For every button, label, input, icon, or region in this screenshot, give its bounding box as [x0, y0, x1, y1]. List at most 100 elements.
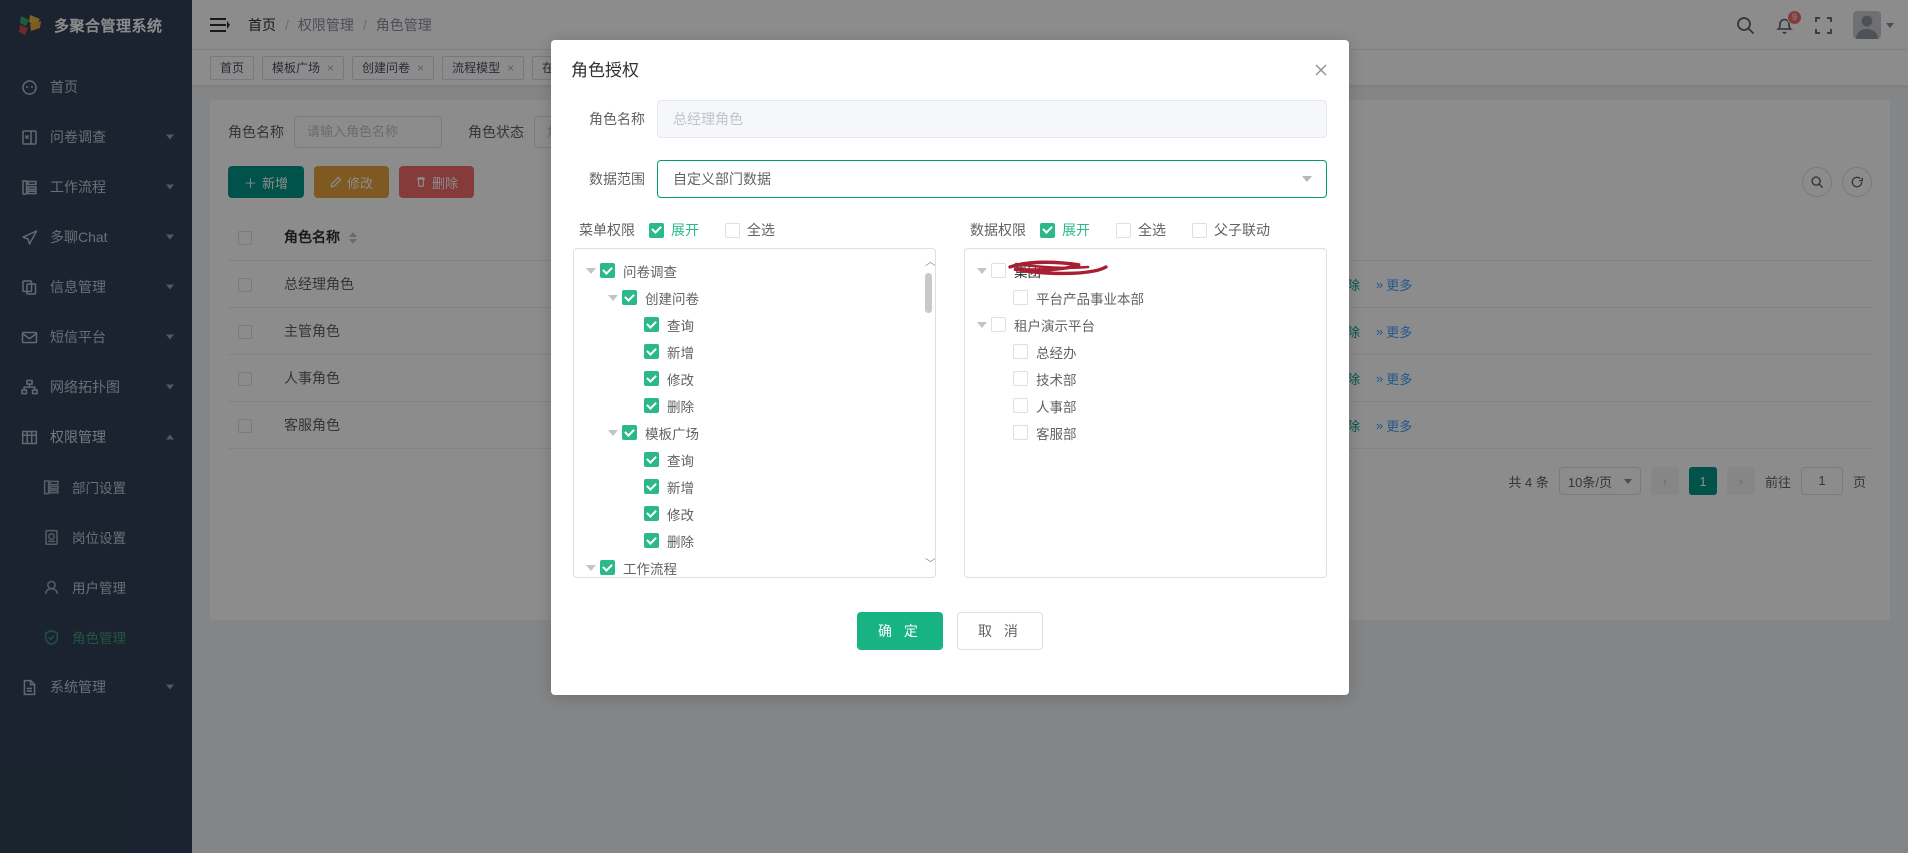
data-expand-label: 展开 [1062, 220, 1090, 240]
tree-node[interactable]: 新增 [574, 338, 935, 365]
tree-node[interactable]: 人事部 [965, 392, 1326, 419]
scroll-down-icon[interactable]: ﹀ [925, 559, 932, 569]
tree-node-label: 平台产品事业本部 [1036, 288, 1144, 308]
tree-node-label: 修改 [667, 504, 694, 524]
tree-expand-icon[interactable] [582, 565, 600, 571]
tree-expand-icon[interactable] [973, 268, 991, 274]
tree-expand-icon[interactable] [604, 430, 622, 436]
data-permission-tree[interactable]: 集团平台产品事业本部租户演示平台总经办技术部人事部客服部 [964, 248, 1327, 578]
confirm-button[interactable]: 确 定 [857, 612, 943, 650]
menu-select-all-checkbox[interactable]: 全选 [725, 220, 775, 240]
tree-node-checkbox[interactable] [644, 479, 659, 494]
tree-node-checkbox[interactable] [644, 533, 659, 548]
tree-node-label: 问卷调查 [623, 261, 677, 281]
menu-permission-header: 菜单权限 展开 全选 [573, 220, 936, 240]
tree-expand-icon[interactable] [604, 295, 622, 301]
tree-node[interactable]: 租户演示平台 [965, 311, 1326, 338]
chevron-down-icon [1302, 176, 1312, 182]
tree-node[interactable]: 技术部 [965, 365, 1326, 392]
data-cascade-checkbox[interactable]: 父子联动 [1192, 220, 1270, 240]
tree-node[interactable]: 新增 [574, 473, 935, 500]
menu-expand-checkbox[interactable]: 展开 [649, 220, 699, 240]
dialog-footer: 确 定 取 消 [573, 612, 1327, 650]
data-tree-scroll: 集团平台产品事业本部租户演示平台总经办技术部人事部客服部 [965, 249, 1326, 577]
tree-node-checkbox[interactable] [991, 317, 1006, 332]
tree-node-checkbox[interactable] [644, 371, 659, 386]
data-scope-value: 自定义部门数据 [673, 171, 771, 187]
data-cascade-label: 父子联动 [1214, 220, 1270, 240]
tree-node-checkbox[interactable] [644, 344, 659, 359]
tree-node-checkbox[interactable] [622, 290, 637, 305]
tree-node-label: 总经办 [1036, 342, 1077, 362]
tree-node[interactable]: 删除 [574, 392, 935, 419]
cancel-button[interactable]: 取 消 [957, 612, 1043, 650]
tree-node-checkbox[interactable] [644, 506, 659, 521]
tree-node-label: 新增 [667, 342, 694, 362]
tree-node-label: 修改 [667, 369, 694, 389]
tree-node-label: 查询 [667, 450, 694, 470]
tree-node-checkbox[interactable] [1013, 290, 1028, 305]
menu-permission-tree[interactable]: 问卷调查创建问卷查询新增修改删除模板广场查询新增修改删除工作流程 ︿ ﹀ [573, 248, 936, 578]
tree-node-label: 租户演示平台 [1014, 315, 1095, 335]
menu-expand-label: 展开 [671, 220, 699, 240]
menu-tree-scrollbar[interactable]: ︿ ﹀ [925, 257, 932, 569]
tree-node[interactable]: 问卷调查 [574, 257, 935, 284]
tree-node-label: 模板广场 [645, 423, 699, 443]
tree-node[interactable]: 集团 [965, 257, 1326, 284]
permissions-grid: 菜单权限 展开 全选 问卷调查创建问卷查询新增修改删除模板广场查询新增修改删除工… [573, 220, 1327, 578]
tree-expand-icon[interactable] [973, 322, 991, 328]
role-name-label: 角色名称 [573, 109, 645, 129]
tree-node[interactable]: 总经办 [965, 338, 1326, 365]
tree-node[interactable]: 修改 [574, 365, 935, 392]
tree-node[interactable]: 客服部 [965, 419, 1326, 446]
tree-node-checkbox[interactable] [1013, 371, 1028, 386]
redaction-scribble [1008, 258, 1108, 278]
tree-node-label: 集团 [1014, 261, 1041, 281]
tree-node[interactable]: 查询 [574, 446, 935, 473]
tree-node-label: 新增 [667, 477, 694, 497]
tree-node-label: 技术部 [1036, 369, 1077, 389]
tree-node-checkbox[interactable] [991, 263, 1006, 278]
data-select-all-checkbox[interactable]: 全选 [1116, 220, 1166, 240]
tree-node[interactable]: 平台产品事业本部 [965, 284, 1326, 311]
menu-select-all-box [725, 223, 740, 238]
data-expand-checkbox[interactable]: 展开 [1040, 220, 1090, 240]
tree-node-checkbox[interactable] [1013, 425, 1028, 440]
tree-node-checkbox[interactable] [1013, 398, 1028, 413]
tree-node[interactable]: 修改 [574, 500, 935, 527]
data-scope-select[interactable]: 自定义部门数据 [657, 160, 1327, 198]
tree-node[interactable]: 查询 [574, 311, 935, 338]
close-icon[interactable] [1313, 62, 1329, 78]
tree-node-label: 删除 [667, 531, 694, 551]
menu-select-all-label: 全选 [747, 220, 775, 240]
tree-node[interactable]: 模板广场 [574, 419, 935, 446]
tree-node-checkbox[interactable] [622, 425, 637, 440]
dialog-body: 角色名称 总经理角色 数据范围 自定义部门数据 菜单权 [551, 96, 1349, 650]
scrollbar-thumb[interactable] [925, 273, 932, 313]
tree-node-label: 人事部 [1036, 396, 1077, 416]
tree-node[interactable]: 删除 [574, 527, 935, 554]
role-name-field: 总经理角色 [657, 100, 1327, 138]
tree-node-checkbox[interactable] [600, 560, 615, 575]
tree-node-label: 查询 [667, 315, 694, 335]
tree-node-checkbox[interactable] [1013, 344, 1028, 359]
data-scope-row: 数据范围 自定义部门数据 [573, 160, 1327, 198]
data-scope-label: 数据范围 [573, 169, 645, 189]
tree-node-label: 客服部 [1036, 423, 1077, 443]
data-expand-checkbox-box [1040, 223, 1055, 238]
tree-node[interactable]: 工作流程 [574, 554, 935, 577]
tree-node-checkbox[interactable] [644, 317, 659, 332]
tree-node-checkbox[interactable] [600, 263, 615, 278]
tree-node-label: 删除 [667, 396, 694, 416]
menu-permission-label: 菜单权限 [579, 220, 635, 240]
tree-node-checkbox[interactable] [644, 398, 659, 413]
tree-node-checkbox[interactable] [644, 452, 659, 467]
scroll-up-icon[interactable]: ︿ [925, 257, 932, 267]
tree-node[interactable]: 创建问卷 [574, 284, 935, 311]
data-select-all-label: 全选 [1138, 220, 1166, 240]
menu-tree-scroll: 问卷调查创建问卷查询新增修改删除模板广场查询新增修改删除工作流程 [574, 249, 935, 577]
data-select-all-box [1116, 223, 1131, 238]
menu-expand-checkbox-box [649, 223, 664, 238]
tree-expand-icon[interactable] [582, 268, 600, 274]
app-root: 多聚合管理系统 首页问卷调查工作流程多聊Chat信息管理短信平台网络拓扑图权限管… [0, 0, 1908, 853]
